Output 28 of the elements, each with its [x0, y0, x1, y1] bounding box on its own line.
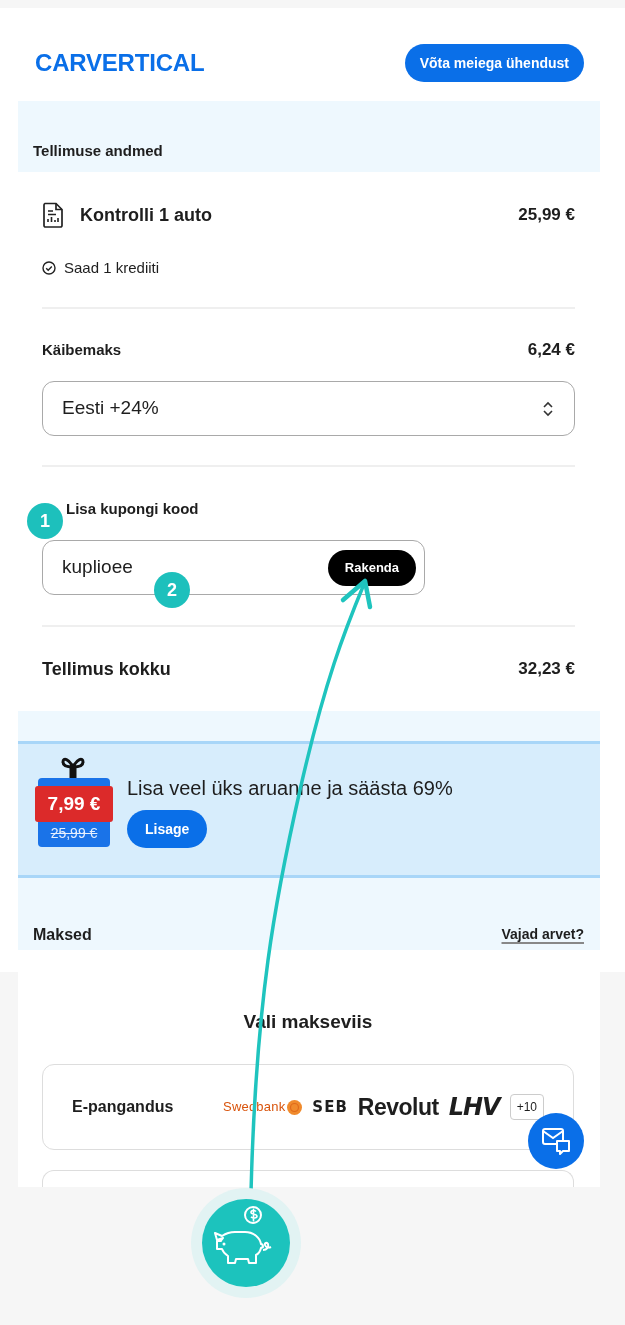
credit-note: Saad 1 krediiti — [64, 258, 160, 278]
vat-select[interactable]: Eesti +24% — [42, 381, 575, 436]
coupon-label: Lisa kupongi kood — [66, 499, 199, 519]
invoice-link[interactable]: Vajad arvet? — [501, 924, 584, 945]
check-circle-icon — [42, 261, 56, 275]
bank-logo: SEB — [312, 1096, 348, 1118]
payments-title: Maksed — [33, 924, 92, 945]
brand-logo[interactable]: CARVERTICAL — [35, 51, 205, 75]
bow-icon — [60, 756, 86, 778]
vat-label: Käibemaks — [42, 340, 122, 360]
bank-logo: LHV — [448, 1092, 500, 1123]
add-button[interactable]: Lisage — [127, 810, 208, 848]
old-price: 25,99 € — [49, 824, 99, 843]
new-price: 7,99 € — [35, 786, 113, 822]
section-header: Tellimuse andmed — [18, 101, 600, 172]
product-price: 25,99 € — [518, 204, 575, 226]
bank-logo: Revolut — [357, 1092, 439, 1122]
document-chart-icon — [42, 202, 64, 228]
chevron-up-down-icon — [542, 400, 554, 417]
vat-amount: 6,24 € — [527, 339, 575, 361]
contact-button[interactable]: Võta meiega ühendust — [404, 44, 584, 82]
payment-method-name: E-pangandus — [72, 1097, 174, 1117]
product-name: Kontrolli 1 auto — [80, 204, 212, 227]
total-amount: 32,23 € — [518, 658, 575, 680]
coin-icon — [287, 1099, 303, 1115]
chat-mail-icon[interactable] — [528, 1113, 584, 1169]
total-label: Tellimus kokku — [42, 658, 171, 681]
apply-button[interactable]: Rakenda — [327, 549, 416, 586]
